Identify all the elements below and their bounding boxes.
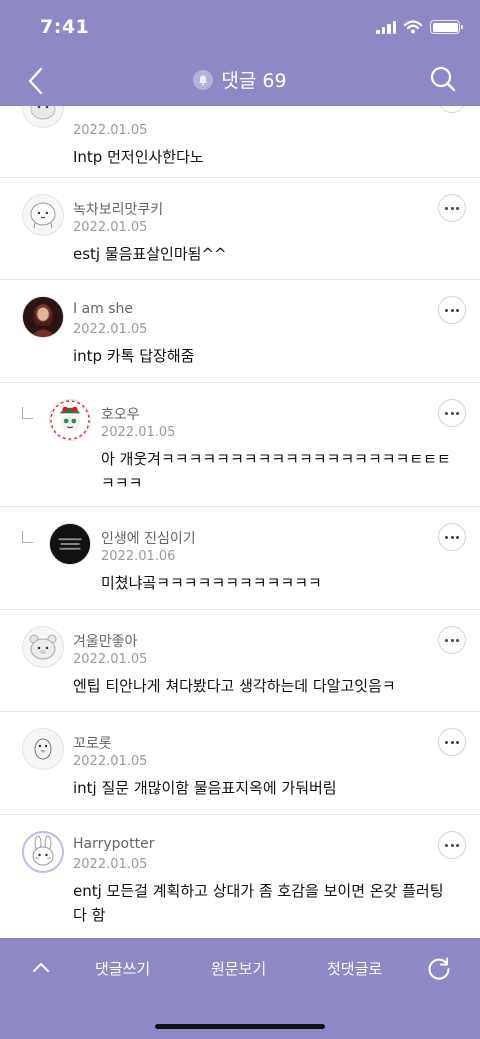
comment-author[interactable]: 꼬로롯 (73, 733, 112, 753)
comment-body: estj 물음표살인마됨^^ (73, 245, 227, 263)
avatar[interactable] (22, 106, 64, 128)
bell-icon[interactable] (193, 69, 214, 90)
more-options-button[interactable] (438, 523, 466, 551)
scroll-top-button[interactable] (32, 958, 50, 977)
top-bar: 7:41 댓글 69 (0, 0, 480, 106)
comment-author[interactable]: 인생에 진심이기 (101, 528, 196, 548)
first-comment-button[interactable]: 첫댓글로 (327, 958, 382, 979)
search-button[interactable] (430, 66, 456, 96)
avatar[interactable] (22, 296, 64, 338)
reply-indicator-icon (22, 407, 33, 419)
comment-item: 겨울만좋아 2022.01.05 엔팁 티안나게 쳐다봤다고 생각하는데 다알고… (0, 610, 480, 712)
page-title-container: 댓글 69 (0, 66, 480, 93)
more-options-button[interactable] (438, 831, 466, 859)
status-time: 7:41 (40, 16, 90, 38)
avatar[interactable] (22, 626, 64, 668)
chevron-up-icon (33, 963, 49, 972)
comment-date: 2022.01.05 (73, 220, 148, 235)
comment-reply-item: 인생에 진심이기 2022.01.06 미쳤냐곸ㅋㅋㅋㅋㅋㅋㅋㅋㅋㅋㅋㅋ (0, 507, 480, 610)
page-title: 댓글 69 (221, 70, 287, 92)
comment-body: 엔팁 티안나게 쳐다봤다고 생각하는데 다알고잇음ㅋ (73, 677, 396, 695)
comment-author[interactable]: I am she (73, 301, 133, 317)
comment-body: 아 개웃겨ㅋㅋㅋㅋㅋㅋㅋㅋㅋㅋㅋㅋㅋㅋㅋㅋㅋㅋㅌㅌㅌㅋㅋㅋ (101, 450, 451, 492)
avatar[interactable] (22, 728, 64, 770)
more-options-button[interactable] (438, 106, 466, 113)
view-original-button[interactable]: 원문보기 (211, 958, 266, 979)
comment-author[interactable]: Harrypotter (73, 836, 154, 852)
comment-body: intp 카톡 답장해줌 (73, 347, 195, 365)
status-icons (376, 20, 463, 34)
more-options-button[interactable] (438, 626, 466, 654)
comment-item: I am she 2022.01.05 intp 카톡 답장해줌 (0, 280, 480, 383)
comment-body: 미쳤냐곸ㅋㅋㅋㅋㅋㅋㅋㅋㅋㅋㅋㅋ (101, 574, 322, 592)
comment-date: 2022.01.05 (73, 322, 148, 337)
battery-icon (430, 20, 463, 34)
comment-item: Harrypotter 2022.01.05 entj 모든걸 계획하고 상대가… (0, 815, 480, 938)
more-options-button[interactable] (438, 399, 466, 427)
comment-author[interactable]: 녹차보리맛쿠키 (73, 199, 163, 219)
comment-item: 녹차보리맛쿠키 2022.01.05 estj 물음표살인마됨^^ (0, 178, 480, 280)
more-options-button[interactable] (438, 728, 466, 756)
avatar[interactable] (49, 399, 91, 441)
comment-body: entj 모든걸 계획하고 상대가 좀 호감을 보이면 온갖 플러팅 다 함 (73, 882, 444, 924)
comment-reply-item: 호오우 2022.01.05 아 개웃겨ㅋㅋㅋㅋㅋㅋㅋㅋㅋㅋㅋㅋㅋㅋㅋㅋㅋㅋㅌㅌ… (0, 383, 480, 507)
comment-author[interactable]: 겨울만좋아 (73, 631, 137, 651)
comment-body: Intp 먼저인사한다노 (73, 148, 204, 166)
home-indicator[interactable] (155, 1024, 325, 1029)
comment-item: 꼬로롯 2022.01.05 intj 질문 개많이함 물음표지옥에 가둬버림 (0, 712, 480, 815)
avatar[interactable] (22, 831, 64, 873)
search-icon (430, 66, 456, 92)
refresh-icon (428, 957, 450, 980)
comment-date: 2022.01.05 (101, 425, 176, 440)
reply-indicator-icon (22, 531, 33, 543)
more-options-button[interactable] (438, 194, 466, 222)
comment-body: intj 질문 개많이함 물음표지옥에 가둬버림 (73, 779, 337, 797)
comment-date: 2022.01.05 (73, 754, 148, 769)
comment-date: 2022.01.06 (101, 549, 176, 564)
comment-date: 2022.01.05 (73, 123, 148, 138)
write-comment-button[interactable]: 댓글쓰기 (95, 958, 150, 979)
cellular-signal-icon (376, 20, 396, 34)
comment-date: 2022.01.05 (73, 652, 148, 667)
comment-date: 2022.01.05 (73, 857, 148, 872)
avatar[interactable] (22, 194, 64, 236)
refresh-button[interactable] (426, 956, 452, 986)
wifi-icon (404, 20, 422, 34)
bottom-toolbar: 댓글쓰기 원문보기 첫댓글로 (0, 938, 480, 1039)
avatar[interactable] (49, 523, 91, 565)
comment-author[interactable]: 호오우 (101, 404, 140, 424)
comment-item: 2022.01.05 Intp 먼저인사한다노 (0, 106, 480, 178)
comment-list[interactable]: 2022.01.05 Intp 먼저인사한다노 녹차보리맛쿠키 2022.01.… (0, 106, 480, 938)
more-options-button[interactable] (438, 296, 466, 324)
